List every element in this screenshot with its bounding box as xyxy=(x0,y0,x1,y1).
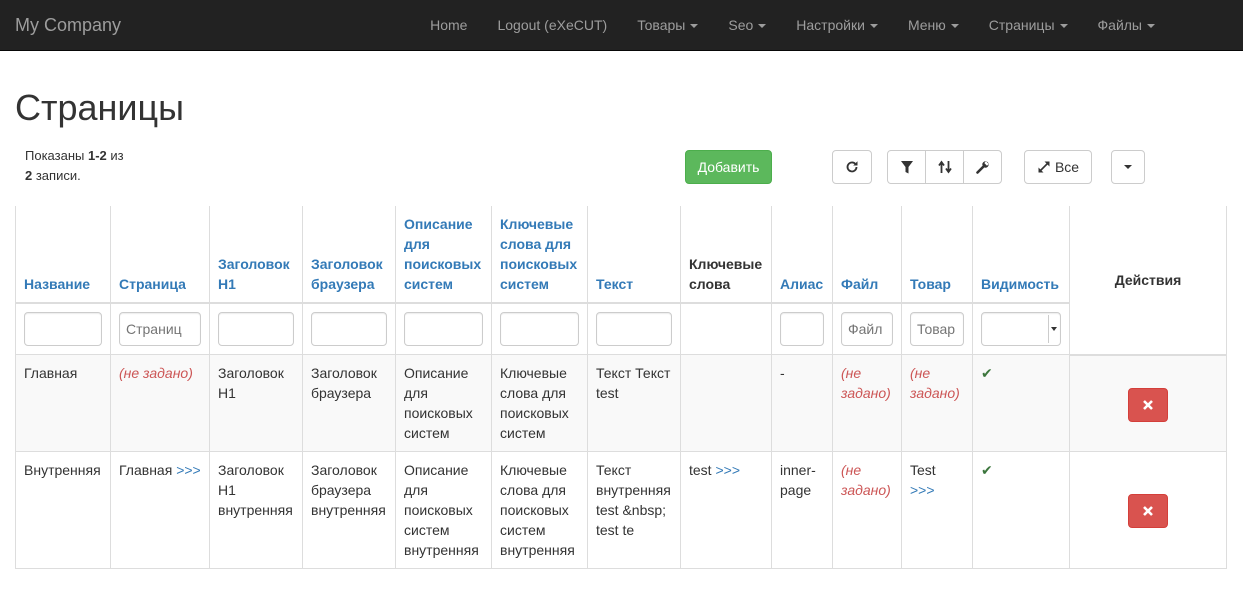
cell-text: Текст внутренняя test &nbsp; test te xyxy=(587,451,681,569)
cell-page: Главная xyxy=(119,462,173,478)
keywords-link[interactable]: >>> xyxy=(715,462,740,478)
select-arrow-icon xyxy=(1048,315,1058,343)
cell-alias: inner-page xyxy=(771,451,833,569)
check-icon: ✔ xyxy=(981,365,993,381)
cell-description: Описание для поисковых систем xyxy=(395,354,492,452)
cell-description: Описание для поисковых систем внутренняя xyxy=(395,451,492,569)
filter-icon xyxy=(900,160,913,173)
nav-item-seo[interactable]: Seo xyxy=(713,0,781,50)
brand-link[interactable]: My Company xyxy=(15,15,121,35)
col-header-text[interactable]: Текст xyxy=(587,206,681,304)
settings-button[interactable] xyxy=(963,150,1002,184)
table-row: Внутренняя Главная >>> Заголовок H1 внут… xyxy=(15,451,1227,569)
col-header-file[interactable]: Файл xyxy=(832,206,902,304)
caret-down-icon xyxy=(869,24,878,29)
col-header-product[interactable]: Товар xyxy=(901,206,973,304)
expand-icon xyxy=(1038,161,1050,173)
sort-button[interactable] xyxy=(925,150,964,184)
nav-item-home[interactable]: Home xyxy=(415,0,482,50)
col-header-description[interactable]: Описание для поисковых систем xyxy=(395,206,492,304)
col-header-name[interactable]: Название xyxy=(15,206,111,304)
grid-summary: Показаны 1-2 из 2 записи. xyxy=(25,148,124,183)
toggle-all-button[interactable]: Все xyxy=(1024,150,1092,184)
cell-file-not-set: (не задано) xyxy=(841,462,891,498)
table-row: Главная (не задано) Заголовок H1 Заголов… xyxy=(15,354,1227,452)
caret-down-icon xyxy=(1059,24,1068,29)
cell-page-not-set: (не задано) xyxy=(119,365,193,381)
delete-button[interactable] xyxy=(1128,494,1168,528)
filter-text-input[interactable] xyxy=(596,312,672,346)
close-icon xyxy=(1143,399,1153,410)
refresh-button[interactable] xyxy=(832,150,872,184)
cell-h1: Заголовок H1 xyxy=(209,354,303,452)
filter-row xyxy=(15,302,1227,355)
cell-product-not-set: (не задано) xyxy=(910,365,960,401)
caret-down-icon xyxy=(690,24,699,29)
filter-browser-title-input[interactable] xyxy=(311,312,387,346)
cell-seo-keywords: Ключевые слова для поисковых систем внут… xyxy=(491,451,588,569)
filter-seo-keywords-input[interactable] xyxy=(500,312,579,346)
check-icon: ✔ xyxy=(981,462,993,478)
nav-item-logout[interactable]: Logout (eXeCUT) xyxy=(482,0,622,50)
filter-visibility-select[interactable] xyxy=(981,312,1061,346)
cell-h1: Заголовок H1 внутренняя xyxy=(209,451,303,569)
col-header-browser-title[interactable]: Заголовок браузера xyxy=(302,206,396,304)
sort-icon xyxy=(937,160,952,174)
export-dropdown-button[interactable] xyxy=(1111,150,1145,184)
caret-down-icon xyxy=(1147,24,1155,29)
page-title: Страницы xyxy=(15,87,185,128)
nav-item-products[interactable]: Товары xyxy=(622,0,713,50)
nav-item-menu[interactable]: Меню xyxy=(893,0,974,50)
add-button[interactable]: Добавить xyxy=(685,150,772,184)
col-header-visibility[interactable]: Видимость xyxy=(972,206,1070,304)
col-header-keywords: Ключевые слова xyxy=(680,206,772,304)
col-header-actions: Действия xyxy=(1069,206,1227,356)
caret-down-icon xyxy=(950,24,959,29)
refresh-icon xyxy=(846,161,858,173)
col-header-alias[interactable]: Алиас xyxy=(771,206,833,304)
filter-button[interactable] xyxy=(887,150,926,184)
cell-name: Главная xyxy=(15,354,111,452)
cell-browser-title: Заголовок браузера xyxy=(302,354,396,452)
cell-alias: - xyxy=(771,354,833,452)
cell-name: Внутренняя xyxy=(15,451,111,569)
col-header-page[interactable]: Страница xyxy=(110,206,210,304)
top-navbar: My Company Home Logout (eXeCUT) Товары S… xyxy=(0,0,1243,51)
nav-item-files[interactable]: Файлы xyxy=(1083,0,1170,50)
product-link[interactable]: >>> xyxy=(910,482,935,498)
cell-product: Test xyxy=(910,462,936,478)
wrench-icon xyxy=(975,161,989,174)
cell-seo-keywords: Ключевые слова для поисковых систем xyxy=(491,354,588,452)
cell-keywords xyxy=(680,354,772,452)
grid-tools-group xyxy=(887,150,1002,184)
filter-name-input[interactable] xyxy=(24,312,102,346)
main-nav: Home Logout (eXeCUT) Товары Seo Настройк… xyxy=(415,0,1170,50)
cell-text: Текст Текст test xyxy=(587,354,681,452)
filter-page-input[interactable] xyxy=(119,312,201,346)
col-header-h1[interactable]: Заголовок H1 xyxy=(209,206,303,304)
header-row: Название Страница Заголовок H1 Заголовок… xyxy=(15,206,1227,356)
cell-keywords: test xyxy=(689,462,712,478)
filter-h1-input[interactable] xyxy=(218,312,294,346)
col-header-seo-keywords[interactable]: Ключевые слова для поисковых систем xyxy=(491,206,588,304)
nav-item-pages[interactable]: Страницы xyxy=(974,0,1083,50)
filter-description-input[interactable] xyxy=(404,312,483,346)
close-icon xyxy=(1143,506,1153,516)
filter-product-input[interactable] xyxy=(910,312,964,346)
nav-item-settings[interactable]: Настройки xyxy=(781,0,893,50)
caret-down-icon xyxy=(1124,165,1132,169)
filter-file-input[interactable] xyxy=(841,312,893,346)
cell-browser-title: Заголовок браузера внутренняя xyxy=(302,451,396,569)
page-link[interactable]: >>> xyxy=(176,462,201,478)
pages-grid: Название Страница Заголовок H1 Заголовок… xyxy=(15,206,1227,569)
cell-file-not-set: (не задано) xyxy=(841,365,891,401)
filter-alias-input[interactable] xyxy=(780,312,824,346)
caret-down-icon xyxy=(758,24,767,29)
delete-button[interactable] xyxy=(1128,387,1168,422)
